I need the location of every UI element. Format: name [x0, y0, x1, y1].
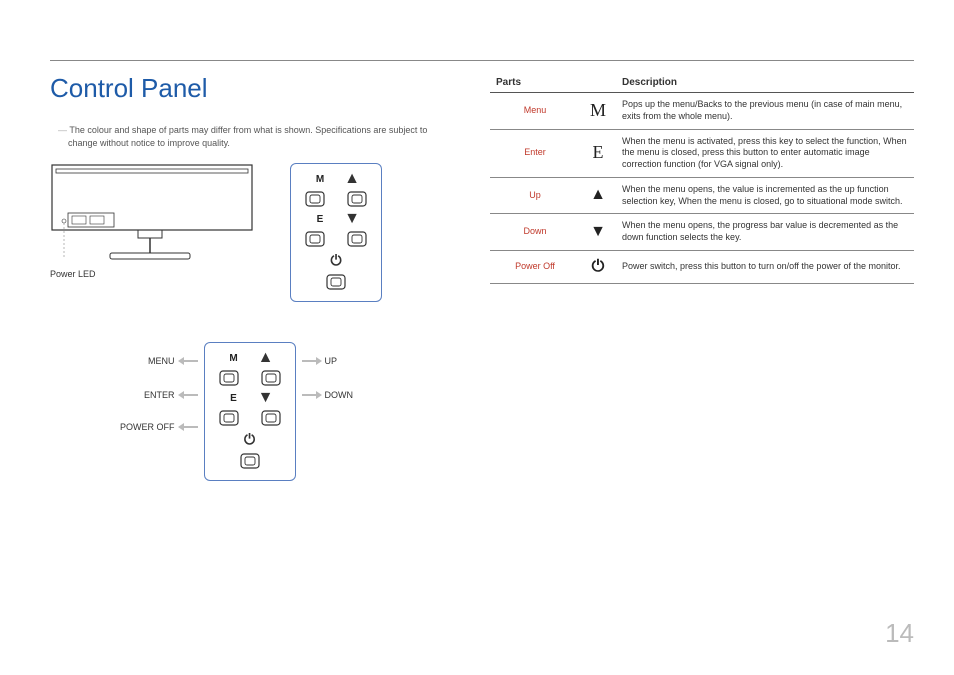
- button-icon: [345, 230, 369, 248]
- control-pad-figure-2: M▲ E▼ ⏻: [204, 342, 296, 481]
- triangle-down-icon: ▼: [580, 214, 616, 250]
- right-column: Parts Description Menu M Pops up the men…: [490, 73, 914, 481]
- label-enter: ENTER: [144, 390, 175, 400]
- page-number: 14: [885, 618, 914, 649]
- symbol-e: E: [593, 142, 604, 162]
- arrow-left-icon: [178, 391, 198, 399]
- table-row: Down ▼ When the menu opens, the progress…: [490, 214, 914, 250]
- power-led-label: Power LED: [50, 269, 260, 279]
- disclaimer-note: The colour and shape of parts may differ…: [50, 124, 450, 149]
- part-desc: Power switch, press this button to turn …: [616, 250, 914, 284]
- table-row: Menu M Pops up the menu/Backs to the pre…: [490, 93, 914, 130]
- button-icon: [303, 190, 327, 208]
- part-desc: When the menu opens, the value is increm…: [616, 177, 914, 213]
- button-icon: [345, 190, 369, 208]
- parts-table: Parts Description Menu M Pops up the men…: [490, 73, 914, 284]
- part-name: Menu: [490, 93, 580, 130]
- label-down: DOWN: [325, 390, 354, 400]
- button-icon: [324, 273, 348, 291]
- arrow-right-icon: [302, 391, 322, 399]
- monitor-figure: Power LED: [50, 163, 260, 279]
- symbol-m: M: [590, 100, 606, 120]
- control-pad-figure-1: M▲ E▼ ⏻: [290, 163, 382, 302]
- arrow-left-icon: [178, 423, 198, 431]
- power-icon: ⏻: [330, 252, 341, 269]
- control-pad-figure-labeled: MENU ENTER POWER OFF M▲: [120, 342, 450, 481]
- part-name: Enter: [490, 129, 580, 177]
- page-title: Control Panel: [50, 73, 450, 104]
- part-name: Up: [490, 177, 580, 213]
- table-row: Enter E When the menu is activated, pres…: [490, 129, 914, 177]
- th-parts: Parts: [490, 73, 616, 93]
- arrow-left-icon: [178, 357, 198, 365]
- top-rule: [50, 60, 914, 61]
- label-up: UP: [325, 356, 338, 366]
- part-desc: When the menu opens, the progress bar va…: [616, 214, 914, 250]
- th-desc: Description: [616, 73, 914, 93]
- power-icon: ⏻: [244, 431, 255, 448]
- left-column: Control Panel The colour and shape of pa…: [50, 73, 450, 481]
- power-icon: ⏻: [580, 250, 616, 284]
- table-row: Power Off ⏻ Power switch, press this but…: [490, 250, 914, 284]
- label-poweroff: POWER OFF: [120, 422, 175, 432]
- part-name: Down: [490, 214, 580, 250]
- part-desc: When the menu is activated, press this k…: [616, 129, 914, 177]
- part-desc: Pops up the menu/Backs to the previous m…: [616, 93, 914, 130]
- part-name: Power Off: [490, 250, 580, 284]
- label-menu: MENU: [148, 356, 175, 366]
- arrow-right-icon: [302, 357, 322, 365]
- table-row: Up ▲ When the menu opens, the value is i…: [490, 177, 914, 213]
- triangle-up-icon: ▲: [580, 177, 616, 213]
- button-icon: [303, 230, 327, 248]
